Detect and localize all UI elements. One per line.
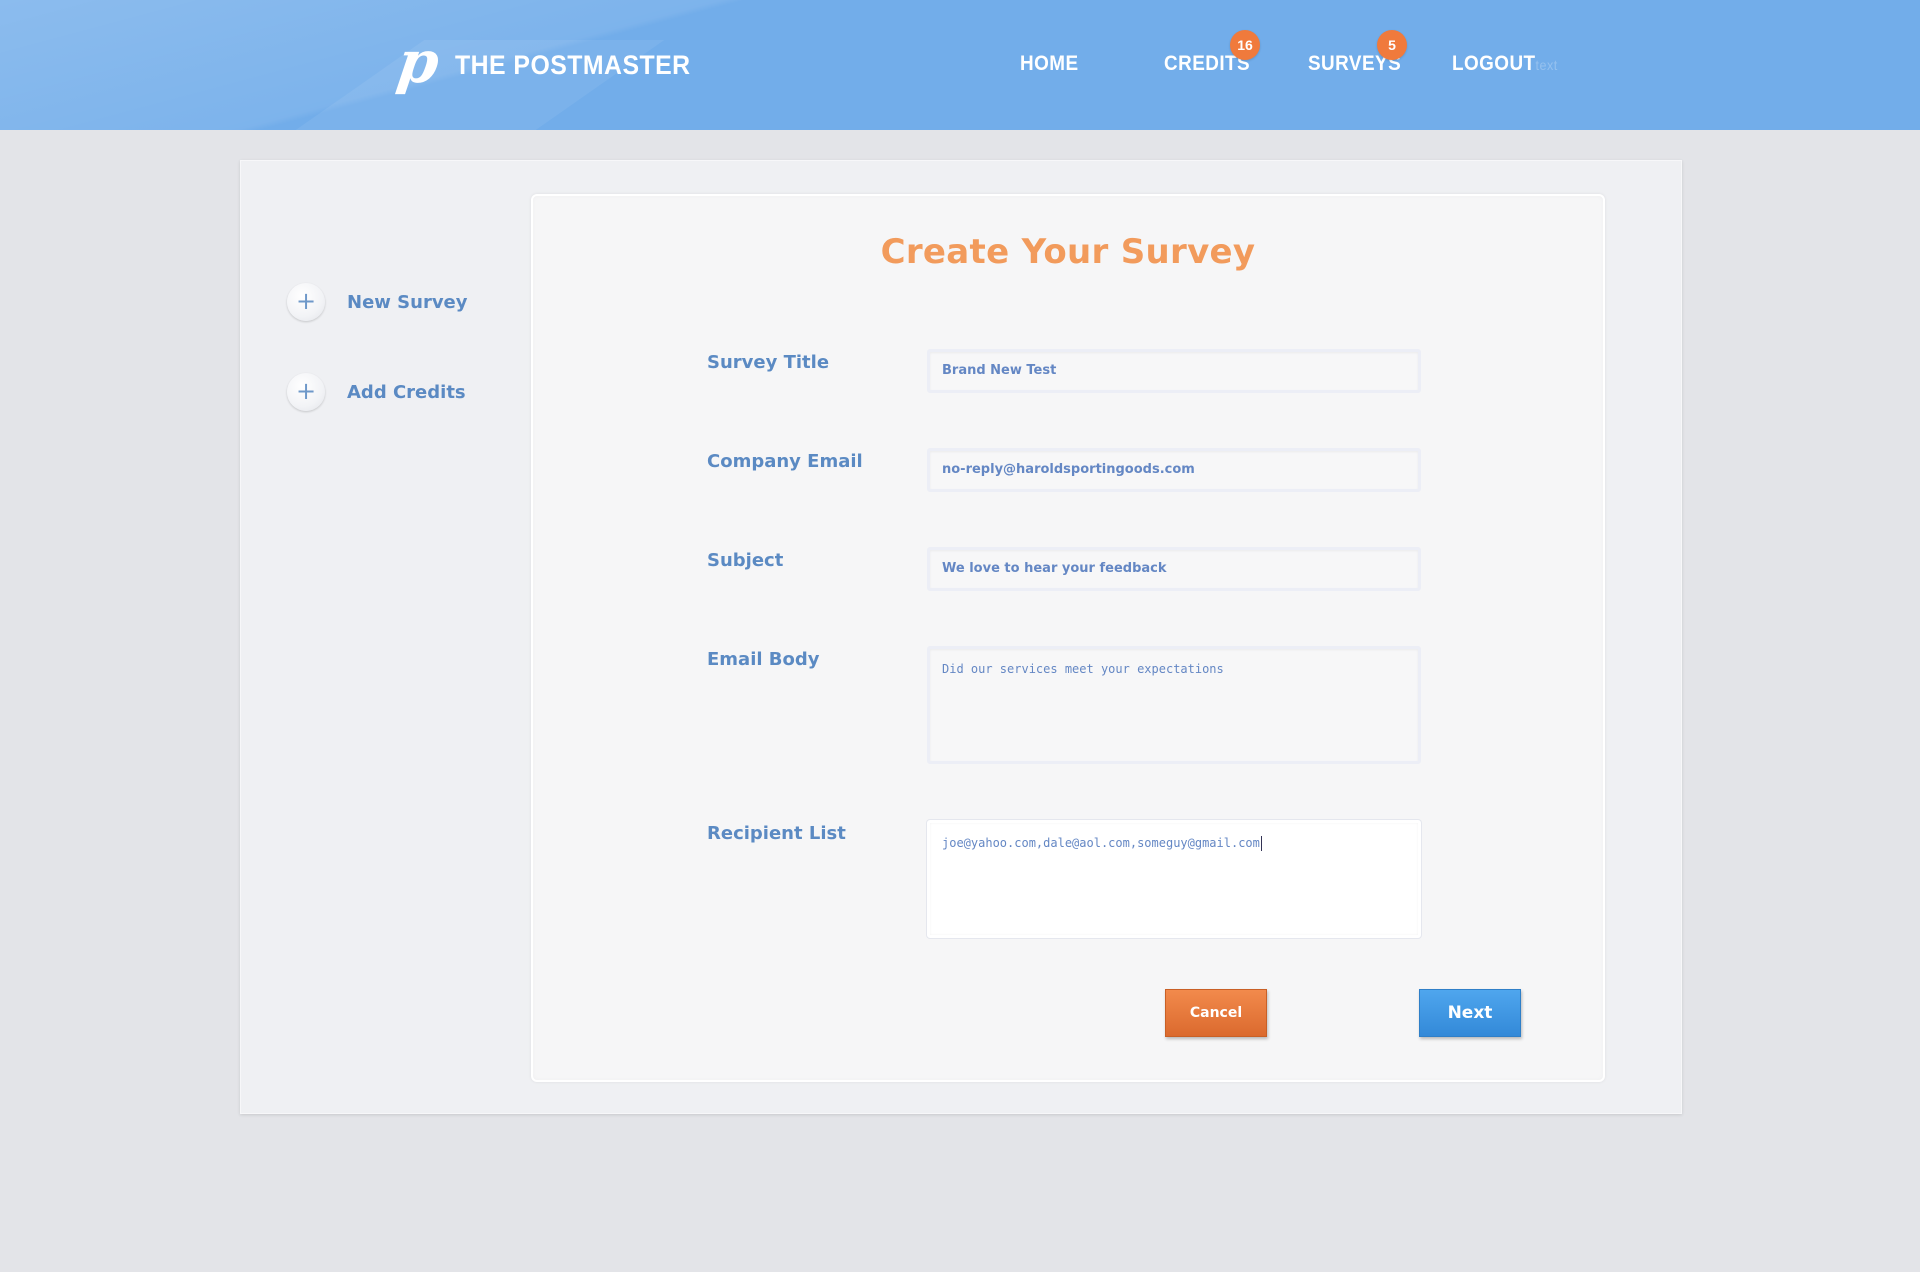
nav-logout[interactable]: LOGOUTtext (1452, 52, 1558, 76)
company-email-label: Company Email (707, 451, 863, 472)
plus-icon: + (287, 283, 325, 321)
recipient-list-label: Recipient List (707, 823, 846, 844)
subject-label: Subject (707, 550, 784, 571)
next-button[interactable]: Next (1419, 989, 1521, 1037)
sidebar-item-label: New Survey (347, 291, 468, 313)
plus-icon: + (287, 373, 325, 411)
company-email-input[interactable]: no-reply@haroldsportingoods.com (927, 448, 1421, 492)
nav-logout-label: LOGOUT (1452, 52, 1536, 75)
top-header: p THE POSTMASTER HOME CREDITS 16 SURVEYS… (0, 0, 1920, 130)
credits-count-badge: 16 (1230, 30, 1260, 60)
sidebar-item-add-credits[interactable]: + Add Credits (287, 373, 466, 411)
logo-p-icon: p (393, 28, 444, 96)
text-caret (1260, 836, 1262, 851)
email-body-label: Email Body (707, 649, 820, 670)
recipient-list-textarea[interactable]: joe@yahoo.com,dale@aol.com,someguy@gmail… (927, 820, 1421, 938)
survey-title-label: Survey Title (707, 352, 830, 373)
header-sheen (0, 0, 1920, 130)
logo[interactable]: p THE POSTMASTER (393, 28, 711, 96)
brand-name: THE POSTMASTER (454, 49, 691, 80)
subject-input[interactable]: We love to hear your feedback (927, 547, 1421, 591)
nav-logout-ghost-text: text (1535, 57, 1558, 73)
page-title: Create Your Survey (880, 232, 1256, 272)
survey-title-input[interactable]: Brand New Test (927, 349, 1421, 393)
main-panel: + New Survey + Add Credits Create Your S… (240, 160, 1682, 1114)
email-body-textarea[interactable]: Did our services meet your expectations (927, 646, 1421, 764)
nav-home[interactable]: HOME (1020, 52, 1079, 76)
surveys-count-badge: 5 (1377, 30, 1407, 60)
sidebar-item-label: Add Credits (347, 381, 466, 403)
survey-form-card: Create Your Survey Survey Title Brand Ne… (531, 194, 1605, 1082)
sidebar-item-new-survey[interactable]: + New Survey (287, 283, 468, 321)
cancel-button[interactable]: Cancel (1165, 989, 1267, 1037)
recipient-list-value: joe@yahoo.com,dale@aol.com,someguy@gmail… (942, 836, 1260, 850)
